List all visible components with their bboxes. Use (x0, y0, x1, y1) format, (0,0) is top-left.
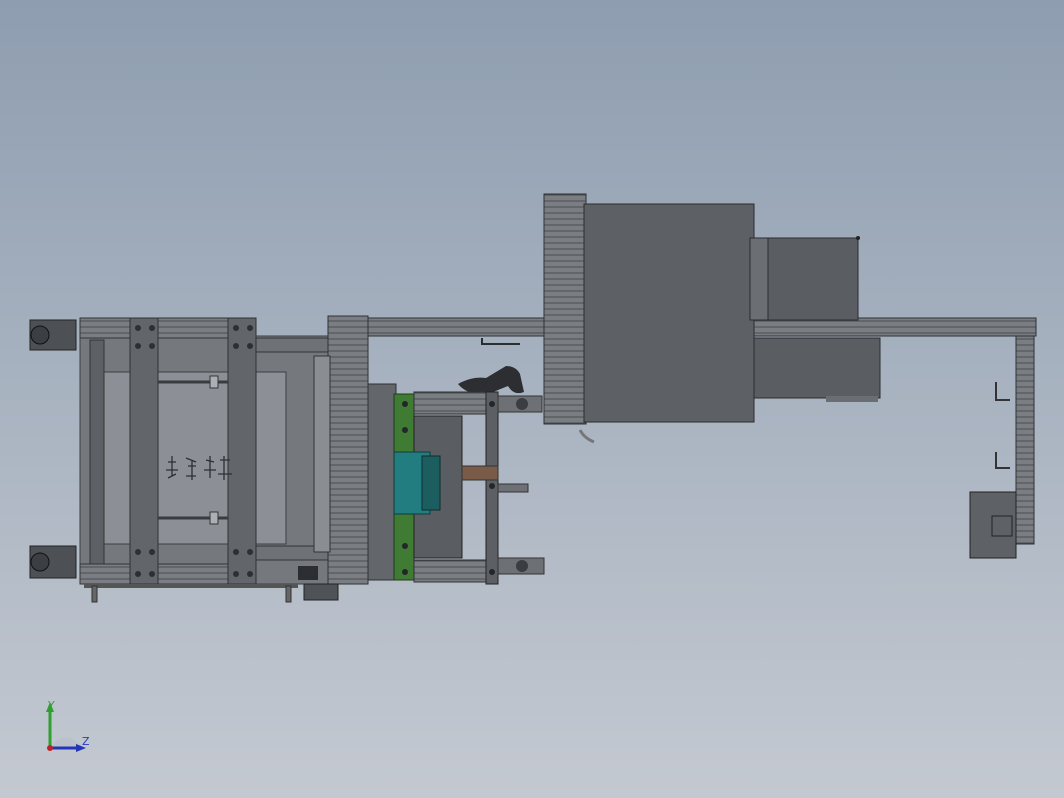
right-housing (543, 193, 881, 425)
left-caster-wheels (29, 319, 77, 579)
left-frame (79, 317, 331, 603)
z-axis-label: Z (82, 735, 90, 748)
machine-assembly-drawing[interactable] (0, 0, 1064, 798)
cad-viewport[interactable]: Y Z (0, 0, 1064, 798)
central-mechanism (393, 391, 545, 585)
y-axis-label: Y (48, 699, 55, 712)
